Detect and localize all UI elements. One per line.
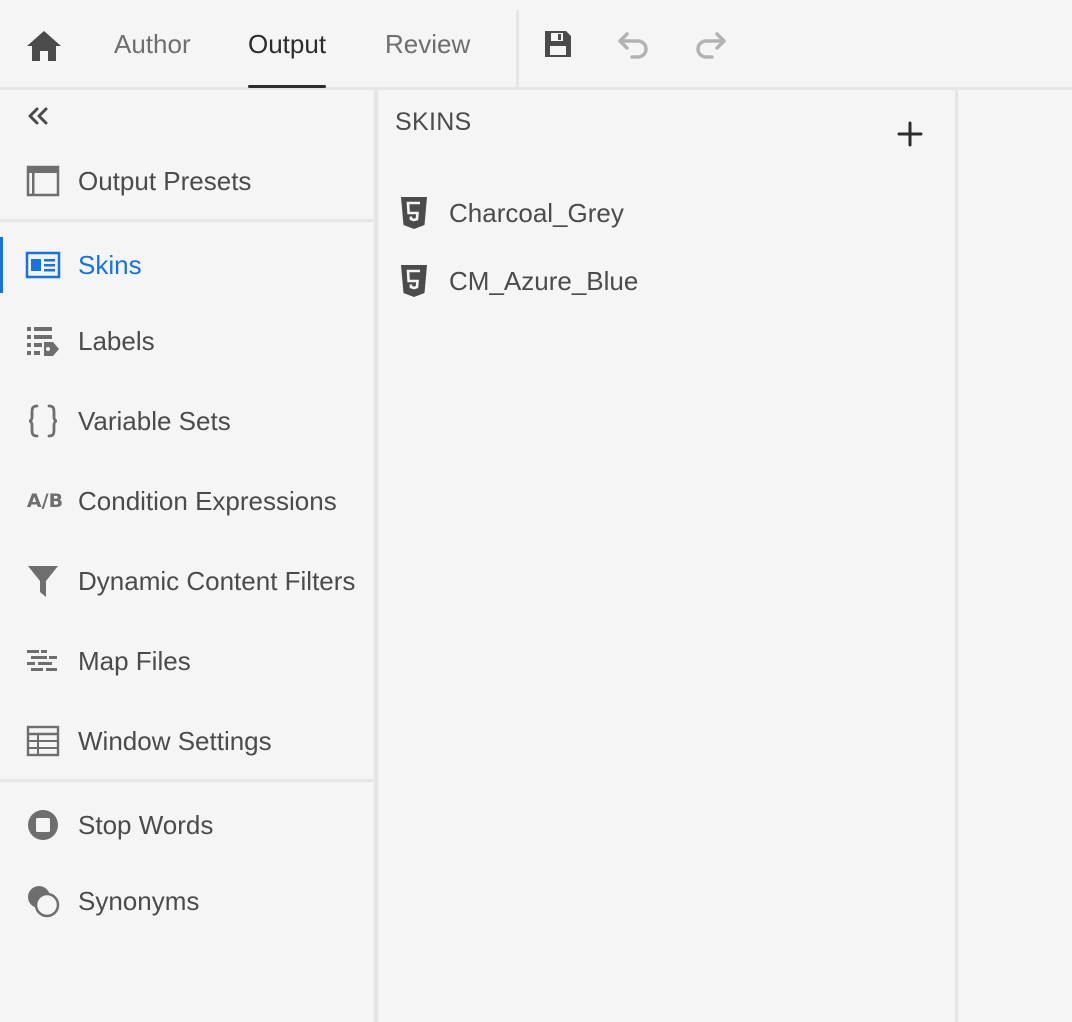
stop-icon: [24, 806, 62, 844]
skin-name: Charcoal_Grey: [449, 197, 624, 228]
sidebar-item-condition-expressions[interactable]: A/B Condition Expressions: [0, 471, 376, 531]
output-sidebar: Output Presets Skins Labels Variable Set…: [0, 90, 378, 1022]
double-chevron-left-icon: [28, 107, 48, 125]
skins-icon: [24, 246, 62, 284]
tab-review[interactable]: Review: [385, 0, 470, 88]
sidebar-item-label: Synonyms: [78, 885, 200, 916]
tab-review-label: Review: [385, 28, 471, 59]
skin-list-item[interactable]: CM_Azure_Blue: [378, 253, 956, 309]
sidebar-divider: [0, 779, 374, 782]
tab-output[interactable]: Output: [248, 0, 327, 88]
map-files-icon: [24, 642, 62, 680]
plus-icon: [897, 121, 923, 147]
sidebar-item-synonyms[interactable]: Synonyms: [0, 871, 376, 931]
sidebar-item-label: Variable Sets: [78, 405, 231, 436]
undo-icon: [618, 32, 648, 59]
sidebar-item-label: Output Presets: [78, 165, 252, 196]
redo-icon: [696, 32, 726, 59]
sidebar-item-dynamic-content-filters[interactable]: Dynamic Content Filters: [0, 551, 376, 611]
table-icon: [24, 722, 62, 760]
curly-braces-icon: [24, 402, 62, 440]
filter-icon: [24, 562, 62, 600]
redo-button[interactable]: [690, 24, 730, 64]
skins-panel: SKINS Charcoal_Grey CM_Azure_Blue: [378, 90, 956, 1022]
sidebar-item-stop-words[interactable]: Stop Words: [0, 795, 376, 855]
sidebar-item-variable-sets[interactable]: Variable Sets: [0, 391, 376, 451]
synonyms-icon: [24, 882, 62, 920]
sidebar-item-label: Window Settings: [78, 725, 272, 756]
sidebar-item-label: Skins: [78, 249, 142, 280]
sidebar-item-label: Stop Words: [78, 809, 214, 840]
home-icon: [27, 31, 61, 61]
sidebar-item-output-presets[interactable]: Output Presets: [0, 151, 376, 211]
sidebar-item-label: Labels: [78, 325, 155, 356]
sidebar-item-skins[interactable]: Skins: [0, 235, 376, 295]
sidebar-item-labels[interactable]: Labels: [0, 311, 376, 371]
skin-list-item[interactable]: Charcoal_Grey: [378, 185, 956, 241]
html5-icon: [398, 263, 430, 299]
top-toolbar: Author Output Review: [0, 0, 1072, 90]
a-b-icon: A/B: [26, 490, 64, 512]
editor-area: [958, 90, 1072, 1022]
save-button[interactable]: [538, 24, 578, 64]
sidebar-item-label: Dynamic Content Filters: [78, 565, 356, 596]
labels-icon: [24, 322, 62, 360]
undo-button[interactable]: [614, 24, 654, 64]
output-presets-icon: [24, 162, 62, 200]
collapse-sidebar-button[interactable]: [22, 102, 54, 130]
sidebar-divider: [0, 219, 374, 222]
save-icon: [545, 31, 571, 57]
toolbar-divider: [516, 10, 519, 88]
tab-author[interactable]: Author: [114, 0, 191, 88]
tab-author-label: Author: [114, 28, 191, 59]
add-skin-button[interactable]: [892, 116, 928, 152]
sidebar-item-label: Map Files: [78, 645, 191, 676]
skin-name: CM_Azure_Blue: [449, 265, 639, 296]
tab-output-label: Output: [248, 28, 327, 59]
panel-title: SKINS: [395, 108, 472, 136]
sidebar-item-map-files[interactable]: Map Files: [0, 631, 376, 691]
sidebar-item-window-settings[interactable]: Window Settings: [0, 711, 376, 771]
home-button[interactable]: [24, 26, 64, 66]
html5-icon: [398, 195, 430, 231]
sidebar-item-label: Condition Expressions: [78, 485, 337, 516]
